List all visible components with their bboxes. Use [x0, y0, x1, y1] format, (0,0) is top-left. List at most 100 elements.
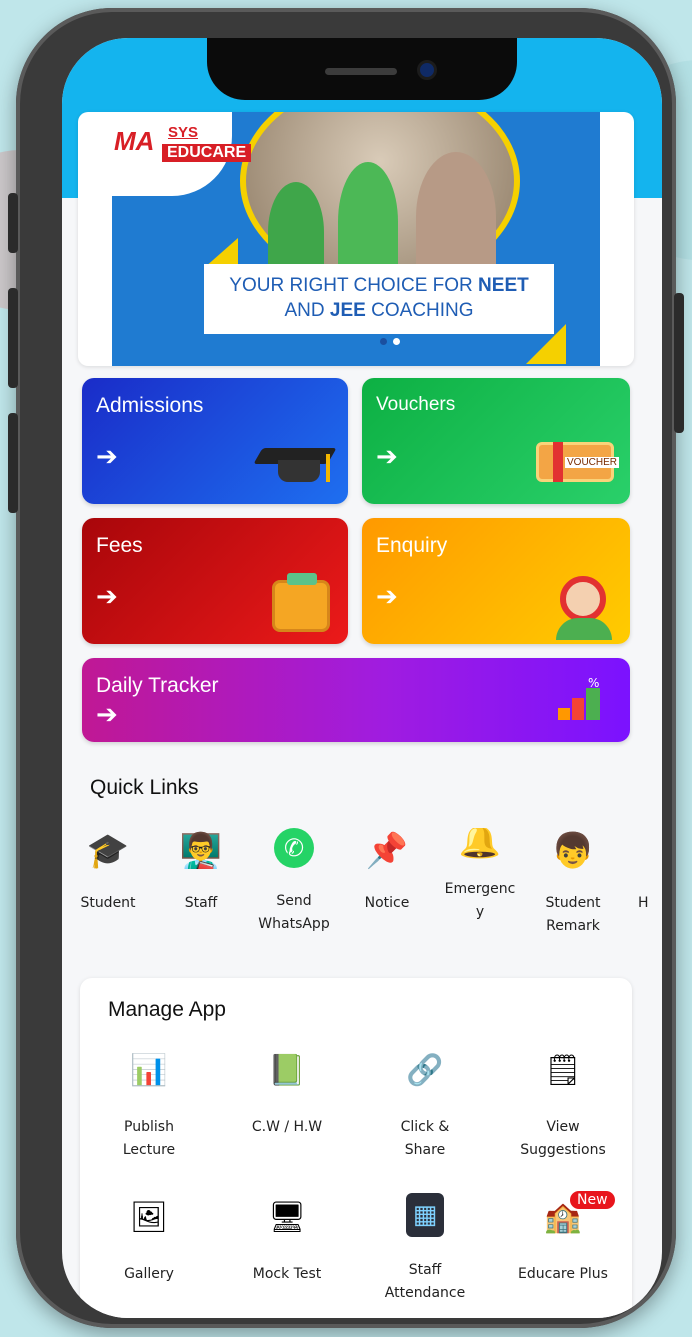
manage-item-label: View Suggestions: [520, 1119, 606, 1158]
quicklink-label: Staff: [184, 895, 218, 911]
logo-ma-text: MA: [114, 126, 155, 156]
biometric-device-icon: ▦: [406, 1193, 444, 1237]
voucher-label: VOUCHER: [565, 457, 620, 468]
fees-tile[interactable]: Fees ➔: [82, 518, 348, 644]
phone-screen: MA SYS EDUCARE YOUR RIGHT CHOICE FOR NEE…: [62, 38, 662, 1318]
admissions-tile[interactable]: Admissions ➔: [82, 378, 348, 504]
staff-icon: 👨‍🏫: [179, 831, 223, 871]
tagline-jee: JEE: [329, 300, 366, 321]
presentation-board-icon: 📊: [130, 1052, 168, 1088]
manage-item-label: Publish Lecture: [122, 1119, 176, 1158]
arrow-right-icon: ➔: [96, 442, 118, 472]
phone-notch: [207, 38, 517, 100]
manage-staff-attendance[interactable]: ▦ Staff Attendance: [356, 1193, 494, 1305]
tile-title: Vouchers: [376, 394, 456, 415]
quicklink-student-remark[interactable]: 👦 Student Remark: [527, 828, 619, 938]
support-agent-body: [556, 618, 612, 640]
tile-title: Admissions: [96, 394, 204, 417]
quick-links-title: Quick Links: [90, 776, 199, 799]
arrow-right-icon: ➔: [96, 700, 118, 730]
notebook-icon: 📗: [268, 1052, 306, 1088]
quicklink-label: Send WhatsApp: [258, 893, 330, 932]
tagline-text: AND: [284, 300, 330, 321]
alarm-bell-icon: 🔔: [458, 828, 502, 861]
quicklink-student[interactable]: 🎓 Student: [62, 828, 154, 915]
homework-icon: [638, 828, 662, 874]
whatsapp-icon: ✆: [274, 828, 314, 868]
sticky-notes-icon: 🗒: [543, 1052, 583, 1088]
voucher-ribbon: [553, 442, 563, 482]
phone-side-button: [674, 293, 684, 433]
tagline-text: YOUR RIGHT CHOICE FOR: [229, 275, 479, 296]
phone-side-button: [8, 193, 18, 253]
chart-bar: [558, 708, 570, 720]
manage-cw-hw[interactable]: 📗 C.W / H.W: [218, 1046, 356, 1139]
manage-click-share[interactable]: 🔗 Click & Share: [356, 1046, 494, 1162]
quicklink-emergency-circulars[interactable]: 🔔 Emergenc y Circulars: [434, 828, 526, 978]
manage-item-label: Staff Attendance: [384, 1262, 466, 1301]
speaker-grille: [325, 68, 397, 75]
growth-chart-icon: %: [558, 676, 606, 720]
banner-slide[interactable]: MA SYS EDUCARE YOUR RIGHT CHOICE FOR NEE…: [112, 112, 600, 366]
manage-publish-lecture[interactable]: 📊 Publish Lecture: [80, 1046, 218, 1162]
arrow-right-icon: ➔: [96, 582, 118, 612]
manage-item-label: Educare Plus: [518, 1266, 608, 1282]
manage-app-title: Manage App: [108, 998, 226, 1021]
carousel-dot[interactable]: [380, 338, 387, 345]
chart-bar: [586, 688, 600, 720]
tile-title: Enquiry: [376, 534, 448, 557]
logo-educare-text: EDUCARE: [162, 144, 252, 162]
manage-item-label: Click & Share: [400, 1119, 450, 1158]
pushpin-icon: 📌: [365, 831, 409, 871]
tile-title: Daily Tracker: [96, 674, 219, 697]
voucher-icon: VOUCHER: [536, 442, 620, 482]
new-badge: New: [570, 1191, 615, 1209]
manage-item-label: Gallery: [124, 1266, 174, 1282]
carousel-dot-active[interactable]: [393, 338, 400, 345]
camera-icon: [417, 60, 437, 80]
tagline-text: COACHING: [365, 300, 474, 321]
arrow-right-icon: ➔: [376, 442, 398, 472]
quicklink-label: Student Remark: [545, 895, 601, 934]
daily-tracker-tile[interactable]: Daily Tracker ➔ %: [82, 658, 630, 742]
quicklink-label: H: [638, 895, 649, 911]
quicklink-label: Notice: [364, 895, 410, 911]
wallet-icon: [272, 573, 330, 632]
tassel: [326, 454, 330, 482]
banner-photo: [240, 112, 520, 286]
quicklink-label: Student: [80, 895, 136, 911]
banner-carousel[interactable]: MA SYS EDUCARE YOUR RIGHT CHOICE FOR NEE…: [78, 112, 634, 366]
student-icon: 🎓: [86, 831, 130, 871]
banner-tagline: YOUR RIGHT CHOICE FOR NEET AND JEE COACH…: [204, 264, 554, 334]
graduation-cap-base: [278, 460, 320, 482]
manage-item-label: Mock Test: [252, 1266, 322, 1282]
quicklink-homework[interactable]: H: [620, 828, 662, 915]
quicklink-notice[interactable]: 📌 Notice: [341, 828, 433, 915]
mock-test-monitor-icon: 🖥: [267, 1199, 307, 1235]
vouchers-tile[interactable]: Vouchers ➔ VOUCHER: [362, 378, 630, 504]
manage-gallery[interactable]: 🖼 Gallery: [80, 1193, 218, 1286]
arrow-right-icon: ➔: [376, 582, 398, 612]
manage-item-label: C.W / H.W: [251, 1119, 323, 1135]
gallery-icon: 🖼: [129, 1199, 169, 1235]
quicklink-staff[interactable]: 👨‍🏫 Staff: [155, 828, 247, 915]
quicklink-label: Emergenc y Circulars: [444, 881, 516, 920]
masys-educare-logo: MA SYS EDUCARE: [112, 112, 252, 196]
phone-side-button: [8, 288, 18, 388]
tagline-neet: NEET: [478, 275, 529, 296]
phone-side-button: [8, 413, 18, 513]
enquiry-tile[interactable]: Enquiry ➔: [362, 518, 630, 644]
manage-app-panel: Manage App 📊 Publish Lecture 📗 C.W / H.W…: [80, 978, 632, 1318]
carousel-indicator: [380, 338, 400, 345]
teacher-figure: [416, 152, 496, 282]
quicklink-send-whatsapp[interactable]: ✆ Send WhatsApp: [248, 828, 340, 936]
manage-view-suggestions[interactable]: 🗒 View Suggestions: [494, 1046, 632, 1162]
wallet-cash: [287, 573, 317, 585]
manage-mock-test[interactable]: 🖥 Mock Test: [218, 1193, 356, 1286]
tile-title: Fees: [96, 534, 143, 557]
student-remark-icon: 👦: [551, 831, 595, 871]
logo-sys-text: SYS: [168, 124, 199, 141]
share-network-icon: 🔗: [406, 1052, 444, 1088]
chart-bar: [572, 698, 584, 720]
support-agent-icon: [560, 576, 606, 622]
